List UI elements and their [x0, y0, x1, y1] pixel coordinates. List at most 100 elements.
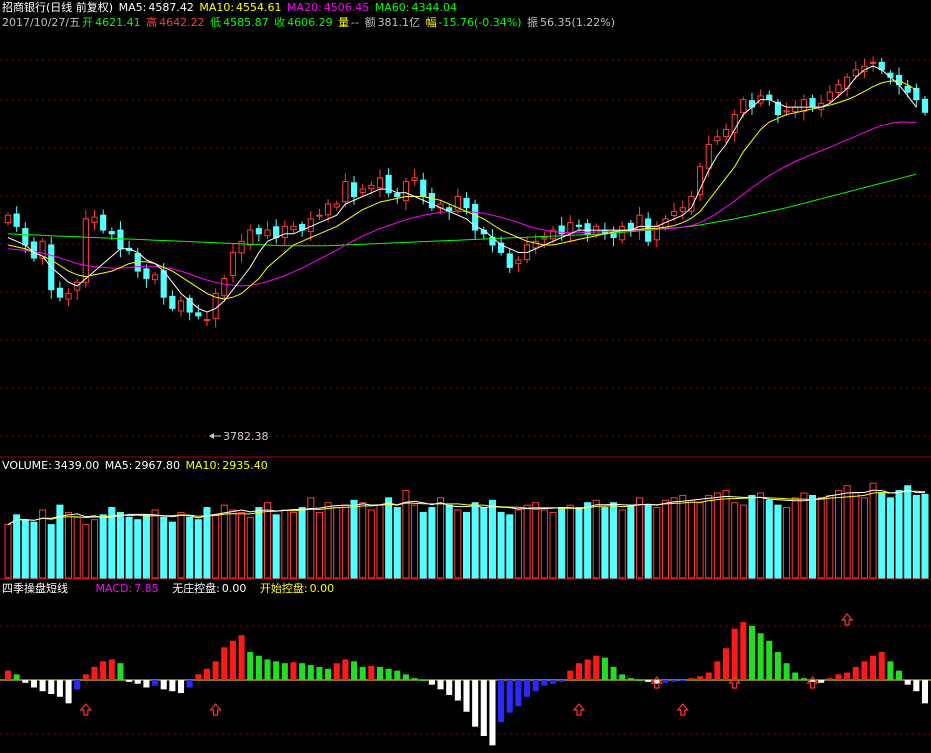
macd-bar-white	[160, 680, 167, 690]
macd-bar-red	[290, 662, 297, 680]
candle-down	[160, 270, 167, 298]
volume-bar-down	[471, 502, 479, 579]
candle-down	[463, 197, 470, 209]
volume-bar-down	[255, 507, 263, 579]
volume-bar-down	[627, 504, 635, 579]
volume-bar-down	[160, 516, 168, 579]
candle-down	[169, 295, 176, 309]
volume-chart[interactable]	[0, 458, 931, 580]
volume-bar-up	[315, 511, 323, 579]
volume-bar-up	[411, 504, 419, 579]
macd-bar-green	[299, 663, 306, 680]
macd-bar-red	[878, 652, 885, 680]
macd-bar-green	[420, 680, 427, 681]
macd-bar-green	[748, 625, 756, 680]
candle-down	[117, 229, 124, 250]
volume-bar-up	[229, 509, 237, 579]
candle-down	[30, 241, 38, 259]
candle-up	[376, 177, 384, 189]
volume-bar-up	[376, 504, 384, 579]
macd-bar-green	[247, 652, 254, 680]
volume-bar-up	[852, 492, 860, 579]
volume-bar-up	[783, 507, 791, 579]
macd-bar-white	[480, 680, 487, 736]
macd-bar-red	[861, 661, 868, 680]
candle-down	[766, 94, 773, 101]
candle-up	[91, 216, 98, 223]
candle-up	[869, 61, 877, 64]
volume-bar-down	[393, 507, 401, 579]
volume-bar-up	[653, 507, 661, 579]
macd-bar-white	[645, 680, 652, 682]
candle-up	[636, 214, 643, 231]
volume-bar-up	[757, 492, 765, 579]
macd-bar-red	[4, 670, 12, 680]
candle-down	[904, 85, 911, 93]
candle-up	[247, 229, 254, 246]
volume-bar-down	[47, 524, 55, 579]
volume-bar-down	[895, 490, 903, 579]
volume-bar-down	[774, 504, 782, 579]
volume-bar-up	[661, 499, 669, 579]
volume-bar-up	[731, 502, 739, 579]
volume-bar-down	[488, 499, 496, 579]
candle-up	[619, 225, 626, 241]
candle-up	[852, 69, 859, 77]
macd-bar-green	[264, 659, 271, 680]
volume-bar-up	[324, 502, 332, 579]
volume-bar-down	[506, 514, 514, 579]
volume-bar-down	[584, 502, 592, 579]
volume-bar-down	[134, 519, 142, 579]
macd-bar-red	[82, 674, 89, 680]
volume-bar-up	[826, 494, 834, 579]
volume-bar-up	[834, 490, 843, 579]
candle-down	[420, 179, 427, 198]
volume-bar-up	[713, 492, 721, 579]
macd-bar-red	[195, 674, 202, 680]
volume-bar-down	[428, 507, 436, 579]
volume-bar-up	[73, 516, 81, 579]
volume-bar-up	[843, 485, 851, 579]
volume-bar-down	[601, 507, 609, 579]
candle-up	[411, 177, 418, 182]
low-marker-label: 3782.38	[223, 430, 268, 443]
macd-bar-red	[584, 659, 591, 680]
candle-up	[402, 181, 410, 202]
volume-bar-down	[765, 499, 773, 579]
candle-up	[800, 99, 807, 112]
candle-up	[722, 128, 730, 138]
volume-bar-down	[125, 516, 133, 579]
candle-up	[221, 278, 228, 297]
macd-bar-red	[212, 661, 219, 680]
macd-bar-white	[134, 680, 141, 684]
volume-bar-up	[437, 497, 445, 579]
volume-bar-up	[82, 524, 90, 579]
volume-bar-up	[705, 494, 713, 579]
macd-bar-white	[65, 680, 72, 704]
candlestick-chart[interactable]: 3782.38	[0, 0, 931, 458]
volume-bar-up	[739, 504, 747, 579]
volume-bar-up	[151, 509, 159, 579]
candle-up	[714, 136, 721, 142]
macd-bar-red	[368, 666, 375, 680]
volume-bar-up	[333, 507, 341, 579]
macd-bar-white	[30, 680, 37, 688]
volume-bar-up	[523, 504, 531, 579]
volume-bar-down	[912, 494, 920, 579]
macd-bar-green	[359, 666, 366, 680]
volume-bar-up	[696, 502, 704, 579]
volume-bar-up	[514, 509, 522, 579]
candle-up	[826, 91, 833, 101]
volume-bar-up	[246, 516, 254, 579]
macd-chart[interactable]	[0, 580, 931, 753]
candle-down	[22, 228, 29, 246]
macd-bar-red	[697, 676, 704, 680]
volume-bar-up	[817, 497, 825, 579]
candle-up	[203, 319, 211, 322]
macd-bar-blue	[671, 680, 678, 682]
macd-bar-green	[351, 661, 358, 680]
volume-bar-down	[272, 514, 280, 579]
macd-bar-blue	[152, 680, 159, 686]
macd-bar-blue	[679, 680, 686, 681]
macd-bar-red	[688, 678, 695, 680]
